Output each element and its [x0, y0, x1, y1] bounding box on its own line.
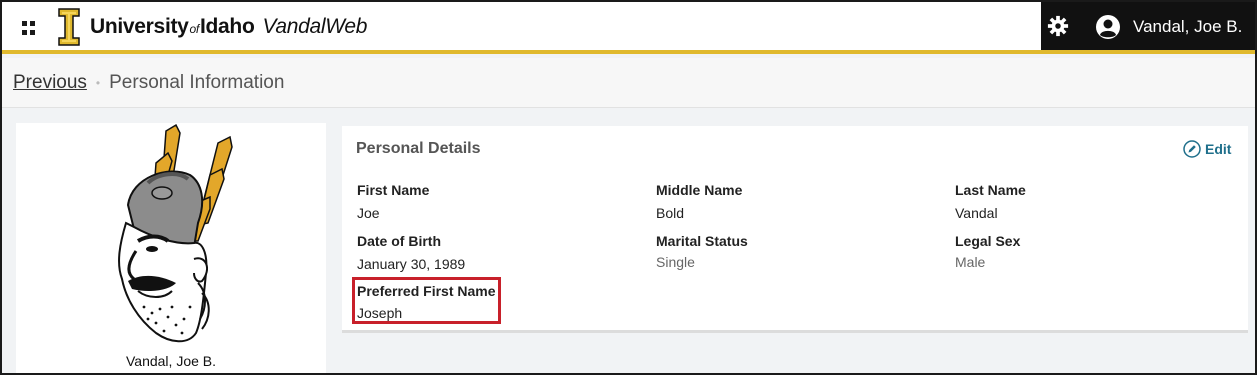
date-of-birth-value: January 30, 1989 — [357, 256, 466, 272]
middle-name-label: Middle Name — [656, 182, 743, 198]
preferred-first-name-label: Preferred First Name — [357, 283, 496, 299]
profile-photo — [118, 123, 233, 343]
marital-status-label: Marital Status — [656, 233, 748, 249]
user-menu[interactable]: Vandal, Joe B. — [1041, 2, 1255, 50]
photo-caption: Vandal, Joe B. — [125, 353, 217, 369]
brand-wordmark[interactable]: University of Idaho VandalWeb — [90, 15, 367, 39]
middle-name-field: Middle Name Bold — [656, 182, 742, 221]
brand-of: of — [189, 22, 200, 36]
user-avatar-icon[interactable] — [1095, 14, 1121, 40]
breadcrumb-current: Personal Information — [109, 72, 285, 93]
legal-sex-value: Male — [955, 254, 986, 270]
brand-app-name: VandalWeb — [262, 15, 368, 38]
marital-status-field: Marital Status Single — [656, 233, 748, 270]
preferred-first-name-value: Joseph — [357, 305, 403, 321]
legal-sex-label: Legal Sex — [955, 233, 1021, 249]
first-name-value: Joe — [357, 205, 380, 221]
user-name[interactable]: Vandal, Joe B. — [1133, 17, 1242, 37]
marital-status-value: Single — [656, 254, 695, 270]
edit-label: Edit — [1205, 141, 1232, 157]
last-name-field: Last Name Vandal — [955, 182, 1026, 221]
legal-sex-field: Legal Sex Male — [955, 233, 1020, 270]
first-name-field: First Name Joe — [357, 182, 429, 221]
middle-name-value: Bold — [656, 205, 685, 221]
profile-photo-card: Vandal, Joe B. — [16, 123, 326, 373]
apps-grid-icon[interactable] — [22, 21, 36, 35]
first-name-label: First Name — [357, 182, 430, 198]
personal-details-card: Personal Details Edit First Name Joe Mid… — [342, 126, 1248, 333]
breadcrumb-separator: • — [95, 76, 101, 90]
gear-icon[interactable] — [1047, 15, 1069, 37]
brand-idaho: Idaho — [199, 15, 255, 38]
section-title: Personal Details — [356, 140, 481, 157]
edit-button[interactable]: Edit — [1183, 140, 1231, 158]
preferred-first-name-field: Preferred First Name Joseph — [357, 283, 496, 321]
breadcrumb-previous-link[interactable]: Previous — [13, 72, 87, 94]
date-of-birth-field: Date of Birth January 30, 1989 — [357, 233, 465, 272]
app-frame: University of Idaho VandalWeb Vandal, Jo… — [0, 0, 1257, 375]
last-name-value: Vandal — [955, 205, 998, 221]
last-name-label: Last Name — [955, 182, 1026, 198]
breadcrumb-bar: Previous • Personal Information — [2, 58, 1255, 108]
pencil-icon — [1183, 140, 1201, 158]
date-of-birth-label: Date of Birth — [357, 233, 441, 249]
top-header: University of Idaho VandalWeb Vandal, Jo… — [2, 2, 1255, 54]
breadcrumb: Previous • Personal Information — [13, 72, 284, 94]
brand-university: University — [90, 15, 189, 38]
university-logo-icon — [58, 8, 80, 46]
